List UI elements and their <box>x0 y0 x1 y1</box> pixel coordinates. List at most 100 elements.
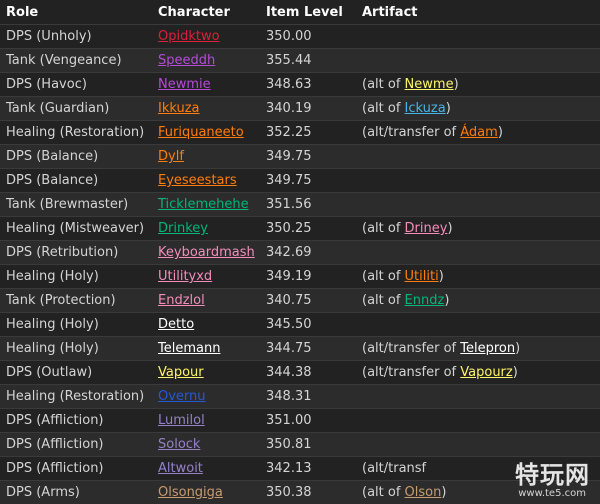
table-row: DPS (Arms)Olsongiga350.38(alt of Olson) <box>0 481 600 504</box>
roster-table: Role Character Item Level Artifact DPS (… <box>0 0 600 504</box>
main-character-link[interactable]: Ickuza <box>405 101 446 116</box>
character-cell: Altwoit <box>152 457 260 481</box>
role-cell: DPS (Retribution) <box>0 241 152 265</box>
character-cell: Opidktwo <box>152 25 260 49</box>
note-prefix: (alt of <box>362 101 405 116</box>
main-character-link[interactable]: Ádam <box>460 125 498 140</box>
note-prefix: (alt of <box>362 221 405 236</box>
artifact-note-cell <box>356 385 600 409</box>
header-artifact: Artifact <box>356 0 600 25</box>
character-cell: Ikkuza <box>152 97 260 121</box>
character-link[interactable]: Dylf <box>158 149 184 164</box>
character-link[interactable]: Telemann <box>158 341 220 356</box>
artifact-note-cell: (alt of Enndz) <box>356 289 600 313</box>
note-suffix: ) <box>513 365 518 380</box>
character-cell: Lumilol <box>152 409 260 433</box>
main-character-link[interactable]: Enndz <box>405 293 445 308</box>
role-cell: Tank (Vengeance) <box>0 49 152 73</box>
note-suffix: ) <box>439 269 444 284</box>
artifact-note-cell: (alt of Ickuza) <box>356 97 600 121</box>
role-cell: Tank (Protection) <box>0 289 152 313</box>
character-link[interactable]: Vapour <box>158 365 204 380</box>
character-link[interactable]: Speeddh <box>158 53 215 68</box>
table-row: Tank (Guardian)Ikkuza340.19(alt of Ickuz… <box>0 97 600 121</box>
character-link[interactable]: Ticklemehehe <box>158 197 249 212</box>
character-cell: Newmie <box>152 73 260 97</box>
artifact-note-cell <box>356 313 600 337</box>
character-link[interactable]: Opidktwo <box>158 29 220 44</box>
character-link[interactable]: Drinkey <box>158 221 208 236</box>
main-character-link[interactable]: Vapourz <box>460 365 512 380</box>
main-character-link[interactable]: Driney <box>405 221 448 236</box>
item-level-cell: 342.69 <box>260 241 356 265</box>
role-cell: DPS (Balance) <box>0 145 152 169</box>
artifact-note-cell <box>356 241 600 265</box>
note-suffix: ) <box>498 125 503 140</box>
note-prefix: (alt/transfer of <box>362 365 460 380</box>
table-row: Tank (Vengeance)Speeddh355.44 <box>0 49 600 73</box>
main-character-link[interactable]: Telepron <box>460 341 515 356</box>
main-character-link[interactable]: Newme <box>405 77 454 92</box>
table-row: DPS (Affliction)Altwoit342.13(alt/transf <box>0 457 600 481</box>
table-row: DPS (Outlaw)Vapour344.38(alt/transfer of… <box>0 361 600 385</box>
note-suffix: ) <box>441 485 446 500</box>
item-level-cell: 348.63 <box>260 73 356 97</box>
character-cell: Utilityxd <box>152 265 260 289</box>
header-item-level: Item Level <box>260 0 356 25</box>
table-row: DPS (Balance) Eyeseestars 349.75 <box>0 169 600 193</box>
item-level-cell: 350.25 <box>260 217 356 241</box>
note-suffix: ) <box>446 101 451 116</box>
character-link[interactable]: Furiquaneeto <box>158 125 244 140</box>
role-cell: DPS (Balance) <box>0 169 152 193</box>
item-level-cell: 344.75 <box>260 337 356 361</box>
item-level-cell: 340.75 <box>260 289 356 313</box>
note-prefix: (alt of <box>362 293 405 308</box>
note-prefix: (alt of <box>362 77 405 92</box>
character-link[interactable]: Eyeseestars <box>158 173 237 188</box>
item-level-cell: 350.38 <box>260 481 356 504</box>
character-cell: Solock <box>152 433 260 457</box>
character-link[interactable]: Endzlol <box>158 293 205 308</box>
character-link[interactable]: Solock <box>158 437 200 452</box>
main-character-link[interactable]: Olson <box>405 485 442 500</box>
character-cell: Vapour <box>152 361 260 385</box>
header-character: Character <box>152 0 260 25</box>
artifact-note-cell: (alt/transfer of Vapourz) <box>356 361 600 385</box>
item-level-cell: 350.00 <box>260 25 356 49</box>
artifact-note-cell <box>356 193 600 217</box>
character-cell: Eyeseestars <box>152 169 260 193</box>
character-link[interactable]: Altwoit <box>158 461 203 476</box>
table-row: DPS (Unholy)Opidktwo350.00 <box>0 25 600 49</box>
role-cell: Healing (Mistweaver) <box>0 217 152 241</box>
character-link[interactable]: Newmie <box>158 77 211 92</box>
header-row: Role Character Item Level Artifact <box>0 0 600 25</box>
item-level-cell: 348.31 <box>260 385 356 409</box>
character-cell: Keyboardmash <box>152 241 260 265</box>
role-cell: DPS (Havoc) <box>0 73 152 97</box>
character-link[interactable]: Overnu <box>158 389 206 404</box>
role-cell: DPS (Outlaw) <box>0 361 152 385</box>
character-cell: Speeddh <box>152 49 260 73</box>
artifact-note-cell <box>356 145 600 169</box>
main-character-link[interactable]: Utiliti <box>405 269 439 284</box>
artifact-note-cell: (alt of Utiliti) <box>356 265 600 289</box>
character-link[interactable]: Lumilol <box>158 413 205 428</box>
table-row: DPS (Havoc)Newmie348.63(alt of Newme) <box>0 73 600 97</box>
character-link[interactable]: Utilityxd <box>158 269 212 284</box>
character-link[interactable]: Olsongiga <box>158 485 223 500</box>
item-level-cell: 349.75 <box>260 169 356 193</box>
role-cell: DPS (Arms) <box>0 481 152 504</box>
table-row: Healing (Holy) Telemann 344.75(alt/transfe… <box>0 337 600 361</box>
character-link[interactable]: Detto <box>158 317 194 332</box>
role-cell: Tank (Brewmaster) <box>0 193 152 217</box>
item-level-cell: 345.50 <box>260 313 356 337</box>
artifact-note-cell <box>356 409 600 433</box>
table-row: Healing (Mistweaver) Drinkey 350.25 (alt of… <box>0 217 600 241</box>
artifact-note-cell: (alt/transfer of Telepron) <box>356 337 600 361</box>
role-cell: Healing (Holy) <box>0 337 152 361</box>
character-cell: Endzlol <box>152 289 260 313</box>
character-link[interactable]: Ikkuza <box>158 101 200 116</box>
role-cell: Healing (Restoration) <box>0 385 152 409</box>
character-link[interactable]: Keyboardmash <box>158 245 255 260</box>
note-suffix: ) <box>447 221 452 236</box>
